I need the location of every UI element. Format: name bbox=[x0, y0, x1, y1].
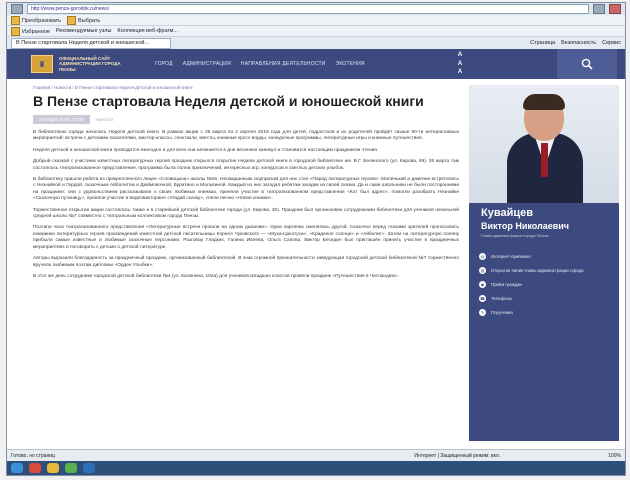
person-role: Глава администрации города Пензы bbox=[481, 233, 549, 238]
menu-select[interactable]: Выбрать bbox=[67, 15, 100, 25]
taskbar-app-icon[interactable] bbox=[29, 463, 41, 473]
zoom-level[interactable]: 100% bbox=[608, 453, 621, 459]
sidebar-item-reception[interactable]: ◉ Приём граждан bbox=[479, 277, 583, 291]
nav-item-other[interactable]: ЭКОТЕНИЯ bbox=[336, 61, 365, 67]
person-name: Виктор Николаевич bbox=[481, 221, 570, 231]
convert-icon bbox=[11, 15, 20, 25]
coat-of-arms-icon[interactable]: ♜ bbox=[31, 55, 53, 73]
font-size-switcher: А А А bbox=[453, 51, 467, 77]
sidebar-item-internet-reception[interactable]: @ Интернет-приёмная bbox=[479, 249, 583, 263]
favorites-button[interactable]: Избранное bbox=[11, 26, 50, 36]
site-name[interactable]: ОФИЦИАЛЬНЫЙ САЙТ АДМИНИСТРАЦИИ ГОРОДА ПЕ… bbox=[59, 56, 129, 73]
start-button[interactable] bbox=[11, 463, 23, 473]
sidebar-links: @ Интернет-приёмная ▤ Открытая линия главы… bbox=[479, 249, 583, 319]
font-size-small[interactable]: А bbox=[453, 68, 467, 77]
head-of-administration-panel: Кувайцев Виктор Николаевич Глава админис… bbox=[469, 85, 619, 441]
search-icon bbox=[581, 58, 593, 70]
article-meta: 27 Марта 2019, 13:09 Новости bbox=[33, 115, 459, 124]
portrait-hair bbox=[523, 94, 565, 110]
menu-convert[interactable]: Преобразовать bbox=[11, 15, 61, 25]
tab-current[interactable]: В Пензе стартовала Неделя детской и юнош… bbox=[11, 37, 171, 49]
paragraph: Авторы выразили благодарность за праздни… bbox=[33, 256, 459, 268]
nav-item-city[interactable]: ГОРОД bbox=[155, 61, 173, 67]
taskbar-app-icon[interactable] bbox=[83, 463, 95, 473]
safety-menu[interactable]: Безопасность bbox=[561, 40, 596, 46]
select-icon bbox=[67, 15, 77, 25]
page-title: В Пензе стартовала Неделя детской и юнош… bbox=[33, 93, 424, 109]
site-header: ♜ ОФИЦИАЛЬНЫЙ САЙТ АДМИНИСТРАЦИИ ГОРОДА … bbox=[7, 49, 625, 79]
nav-item-administration[interactable]: АДМИНИСТРАЦИЯ bbox=[183, 61, 231, 67]
schedule-icon: ▤ bbox=[479, 266, 486, 274]
date-badge: 27 Марта 2019, 13:09 bbox=[33, 115, 90, 124]
address-row: http://www.penza-gorodok.ru/news/ bbox=[7, 3, 625, 15]
sidebar-item-phones[interactable]: ☎ Телефоны bbox=[479, 291, 583, 305]
paragraph: Неделя детской и юношеской книги проводи… bbox=[33, 147, 379, 153]
address-bar[interactable]: http://www.penza-gorodok.ru/news/ bbox=[27, 4, 589, 14]
paragraph: Торжественное открытие акции состоялось … bbox=[33, 207, 459, 220]
reception-icon: ◉ bbox=[479, 280, 486, 288]
breadcrumb[interactable]: Главная / Новости / В Пензе стартовала Н… bbox=[33, 85, 459, 90]
tools-menu[interactable]: Сервис bbox=[602, 40, 621, 46]
internet-reception-icon: @ bbox=[479, 252, 486, 260]
font-size-medium[interactable]: А bbox=[453, 60, 467, 69]
browser-window: http://www.penza-gorodok.ru/news/ Преобр… bbox=[6, 2, 626, 476]
close-icon[interactable] bbox=[609, 4, 621, 14]
portrait-photo bbox=[469, 85, 619, 203]
search-button[interactable] bbox=[557, 49, 617, 79]
taskbar bbox=[7, 461, 625, 475]
menu-bar: Преобразовать Выбрать bbox=[7, 15, 625, 26]
page-menu[interactable]: Страница bbox=[530, 40, 555, 46]
main-nav: ГОРОД АДМИНИСТРАЦИЯ НАПРАВЛЕНИЯ ДЕЯТЕЛЬН… bbox=[155, 61, 365, 67]
favorites-item[interactable]: Коллекция веб-фрагм... bbox=[117, 28, 178, 34]
paragraph: Добрый сказкой с участием известных лите… bbox=[33, 159, 459, 171]
taskbar-app-icon[interactable] bbox=[65, 463, 77, 473]
command-bar: Страница Безопасность Сервис bbox=[530, 40, 621, 46]
person-surname: Кувайцев bbox=[481, 207, 533, 219]
category-link[interactable]: Новости bbox=[96, 117, 113, 122]
phone-icon: ☎ bbox=[479, 294, 486, 302]
font-size-large[interactable]: А bbox=[453, 51, 467, 60]
sidebar-item-open-line[interactable]: ▤ Открытая линия главы администрации горо… bbox=[479, 263, 583, 277]
status-text: Готово, но страниц bbox=[11, 452, 55, 459]
taskbar-app-icon[interactable] bbox=[47, 463, 59, 473]
favorites-item[interactable]: Рекомендуемые узлы bbox=[56, 28, 112, 34]
paragraph: Поэтапа часа театрализованного представл… bbox=[33, 225, 459, 250]
paragraph: В этот же день сотрудники городской детс… bbox=[33, 273, 400, 279]
assignments-icon: ✎ bbox=[479, 308, 486, 316]
paragraph: В библиотеках города началась Неделя дет… bbox=[33, 130, 459, 142]
portrait-tie bbox=[541, 143, 548, 177]
sidebar-item-assignments[interactable]: ✎ Поручения bbox=[479, 305, 583, 319]
favorites-bar: Избранное Рекомендуемые узлы Коллекция в… bbox=[7, 26, 625, 37]
star-icon bbox=[11, 26, 20, 36]
status-bar: Готово, но страниц Интернет | Защищенный… bbox=[7, 449, 625, 461]
back-icon[interactable] bbox=[11, 4, 23, 14]
article: Главная / Новости / В Пензе стартовала Н… bbox=[33, 85, 459, 285]
paragraph: В библиотеку пришли ребята из прикреплен… bbox=[33, 177, 459, 202]
security-zone[interactable]: Интернет | Защищенный режим: вкл. bbox=[414, 453, 500, 459]
nav-item-activities[interactable]: НАПРАВЛЕНИЯ ДЕЯТЕЛЬНОСТИ bbox=[241, 61, 326, 67]
web-page: ♜ ОФИЦИАЛЬНЫЙ САЙТ АДМИНИСТРАЦИИ ГОРОДА … bbox=[7, 49, 625, 449]
refresh-icon[interactable] bbox=[593, 4, 605, 14]
